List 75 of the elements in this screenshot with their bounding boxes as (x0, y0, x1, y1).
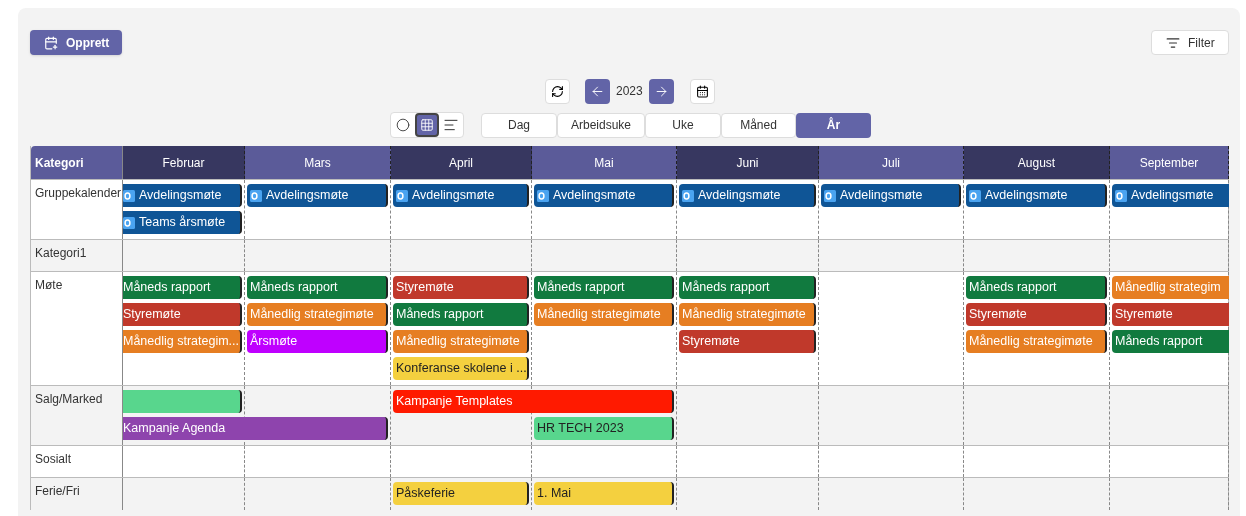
mail-app-icon (537, 189, 549, 202)
previous-button[interactable] (585, 78, 610, 104)
column-header: Kategori (31, 146, 123, 179)
event-bar[interactable]: Avdelingsmøte (679, 184, 816, 207)
event-bar[interactable]: Månedlig strategimøte (393, 330, 529, 353)
mail-app-icon (123, 189, 135, 202)
range-tab[interactable]: År (796, 112, 871, 138)
column-header: Juni (677, 146, 819, 179)
list-icon (443, 117, 459, 133)
event-bar[interactable]: Avdelingsmøte (393, 184, 529, 207)
refresh-button[interactable] (545, 78, 570, 104)
event-bar[interactable]: Måneds rapport (534, 276, 674, 299)
event-bar[interactable]: Månedlig strategimøte (534, 303, 674, 326)
mail-app-icon (396, 189, 408, 202)
mail-app-icon (250, 189, 262, 202)
calendar-icon (695, 84, 709, 98)
filter-button[interactable]: Filter (1151, 30, 1229, 55)
event-bar[interactable]: Månedlig strategimøte (966, 330, 1107, 353)
view-mode-toggle[interactable] (415, 113, 439, 137)
column-header: Juli (819, 146, 964, 179)
event-bar[interactable]: Avdelingsmøte (966, 184, 1107, 207)
event-bar[interactable]: Måneds rapport (393, 303, 529, 326)
column-header: Mai (532, 146, 677, 179)
event-bar[interactable]: Teams årsmøte (123, 211, 242, 234)
event-bar[interactable]: Kampanje Agenda (123, 417, 388, 440)
event-bar[interactable]: Styremøte (393, 276, 529, 299)
event-bar[interactable]: Måneds rapport (123, 276, 242, 299)
mail-app-icon (682, 189, 694, 202)
mail-app-icon (123, 216, 135, 229)
event-bar[interactable]: Styremøte (966, 303, 1107, 326)
year-label: 2023 (616, 83, 643, 100)
event-bar[interactable]: Styremøte (123, 303, 242, 326)
event-bar[interactable]: Påskeferie (393, 482, 529, 505)
event-bar[interactable]: Måneds rapport (247, 276, 388, 299)
range-tab[interactable]: Måned (721, 112, 796, 138)
event-bar[interactable]: Månedlig strategimøte (679, 303, 816, 326)
calendar-add-icon (44, 35, 58, 50)
event-bar[interactable]: Månedlig strategim (1112, 276, 1229, 299)
event-bar[interactable]: Styremøte (1112, 303, 1229, 326)
event-bar[interactable]: HR TECH 2023 (534, 417, 674, 440)
event-bar[interactable]: Avdelingsmøte (534, 184, 674, 207)
column-header: April (391, 146, 532, 179)
create-button[interactable]: Opprett (30, 30, 122, 55)
next-button[interactable] (648, 78, 674, 104)
event-bar[interactable]: Konferanse skolene i ... (393, 357, 529, 380)
range-tab[interactable]: Arbeidsuke (557, 112, 645, 138)
column-header: August (964, 146, 1110, 179)
event-bar[interactable]: Avdelingsmøte (821, 184, 961, 207)
event-bar[interactable]: Måneds rapport (679, 276, 816, 299)
event-bar[interactable]: Avdelingsmøte (1112, 184, 1229, 207)
grid-icon (420, 118, 434, 132)
calendar-button[interactable] (689, 78, 715, 104)
event-bar[interactable]: Kampanje Templates (393, 390, 674, 413)
event-bar[interactable]: Avdelingsmøte (123, 184, 242, 207)
event-bar[interactable]: Styremøte (679, 330, 816, 353)
event-bar[interactable]: Månedlig strategim... (123, 330, 242, 353)
range-tab[interactable]: Uke (645, 112, 721, 138)
mail-app-icon (1115, 189, 1127, 202)
arrow-right-icon (653, 83, 669, 99)
range-tab[interactable]: Dag (481, 112, 557, 138)
event-bar[interactable]: 1. Mai (534, 482, 674, 505)
event-bar[interactable]: Årsmøte (247, 330, 388, 353)
refresh-icon (551, 84, 564, 98)
mail-app-icon (824, 189, 836, 202)
category-label: Ferie/Fri (31, 478, 123, 510)
mail-app-icon (969, 189, 981, 202)
filter-icon (1166, 35, 1180, 50)
event-bar[interactable]: Månedlig strategimøte (247, 303, 388, 326)
event-bar[interactable]: Måneds rapport (966, 276, 1107, 299)
event-bar[interactable]: Avdelingsmøte (247, 184, 388, 207)
column-header: Februar (123, 146, 245, 179)
column-header: Mars (245, 146, 391, 179)
event-bar[interactable]: Måneds rapport (1112, 330, 1229, 353)
column-header: September (1110, 146, 1229, 179)
circle-icon (396, 118, 410, 132)
